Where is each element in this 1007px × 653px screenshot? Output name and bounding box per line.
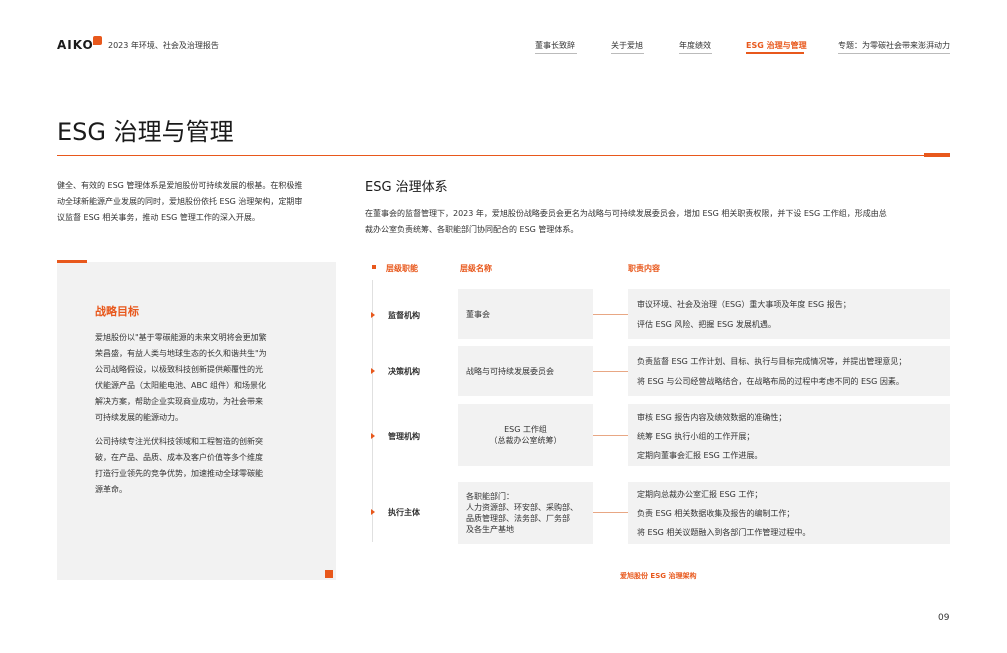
column-header-name: 层级名称 [460, 264, 492, 273]
column-header-level: 层级职能 [386, 264, 418, 273]
page-number: 09 [938, 613, 950, 623]
row-name-box: 董事会 [458, 289, 593, 339]
report-title: 2023 年环境、社会及治理报告 [108, 41, 219, 50]
row-bullet-icon [371, 433, 375, 439]
figure-caption: 爱旭股份 ESG 治理架构 [620, 572, 697, 580]
row-bullet-icon [371, 509, 375, 515]
row-level: 管理机构 [388, 432, 420, 441]
row-level: 执行主体 [388, 508, 420, 517]
aiko-logo: AIKO [57, 38, 94, 52]
row-bullet-icon [371, 312, 375, 318]
row-level: 决策机构 [388, 367, 420, 376]
strategic-goal-paragraph-1: 爱旭股份以"基于零碳能源的未来文明将会更加繁 荣昌盛，有益人类与地球生态的长久和… [95, 333, 267, 422]
intro-text: 健全、有效的 ESG 管理体系是爱旭股份可持续发展的根基。在积极推 动全球新能源… [57, 181, 303, 222]
row-duty-box: 审核 ESG 报告内容及绩效数据的准确性； 统筹 ESG 执行小组的工作开展； … [628, 404, 950, 466]
nav-underline [535, 53, 577, 54]
nav-about-aiko[interactable]: 关于爱旭 [611, 40, 643, 51]
page-title: ESG 治理与管理 [57, 118, 234, 146]
nav-chairman-message[interactable]: 董事长致辞 [535, 40, 575, 51]
row-connector [593, 314, 628, 315]
row-level: 监督机构 [388, 311, 420, 320]
nav-annual-performance[interactable]: 年度绩效 [679, 40, 711, 51]
nav-underline-active [746, 52, 804, 54]
nav-special-topic[interactable]: 专题：为零碳社会带来澎湃动力 [838, 40, 950, 51]
panel-corner-accent [325, 570, 333, 578]
title-divider [57, 155, 950, 156]
page-header: AIKO 2023 年环境、社会及治理报告 董事长致辞 关于爱旭 年度绩效 ES… [0, 0, 1007, 60]
row-bullet-icon [371, 368, 375, 374]
logo-mark-icon [93, 36, 102, 45]
nav-underline [679, 53, 712, 54]
title-divider-accent [924, 153, 950, 157]
strategic-goal-paragraph-2: 公司持续专注光伏科技领域和工程智造的创新突 破，在产品、品质、成本及客户价值等多… [95, 437, 263, 494]
column-header-duty: 职责内容 [628, 264, 660, 273]
section-description: 在董事会的监督管理下，2023 年，爱旭股份战略委员会更名为战略与可持续发展委员… [365, 209, 887, 234]
row-duty-box: 审议环境、社会及治理（ESG）重大事项及年度 ESG 报告； 评估 ESG 风险… [628, 289, 950, 339]
nav-underline [611, 53, 644, 54]
row-connector [593, 512, 628, 513]
row-connector [593, 371, 628, 372]
nav-underline [838, 53, 950, 54]
header-marker-icon [372, 265, 376, 269]
strategic-goal-title: 战略目标 [95, 305, 139, 318]
timeline-line [372, 280, 373, 542]
row-name-box: ESG 工作组 （总裁办公室统筹） [458, 404, 593, 466]
section-title: ESG 治理体系 [365, 180, 448, 195]
row-duty-box: 定期向总裁办公室汇报 ESG 工作； 负责 ESG 相关数据收集及报告的编制工作… [628, 482, 950, 544]
row-duty-box: 负责监督 ESG 工作计划、目标、执行与目标完成情况等，并提出管理意见； 将 E… [628, 346, 950, 396]
row-name-box: 各职能部门： 人力资源部、环安部、采购部、 品质管理部、法务部、厂务部 及各生产… [458, 482, 593, 544]
panel-accent-bar [57, 260, 87, 263]
row-connector [593, 435, 628, 436]
nav-esg-governance[interactable]: ESG 治理与管理 [746, 40, 807, 51]
row-name-box: 战略与可持续发展委员会 [458, 346, 593, 396]
